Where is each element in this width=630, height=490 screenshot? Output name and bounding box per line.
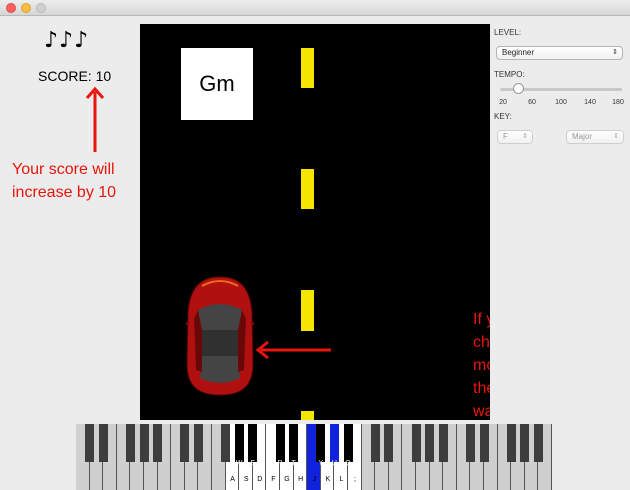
piano-black-key[interactable] [384,424,394,462]
chevron-updown-icon: ⇕ [522,133,528,140]
piano-key-label: J [312,476,316,483]
lane-marker [301,169,314,209]
tempo-tick: 20 [499,99,507,106]
piano-key-label: O [345,460,351,467]
level-value: Beginner [502,48,535,57]
chevron-updown-icon: ⇕ [612,49,618,56]
piano-key-label: F [271,476,276,483]
piano-black-key[interactable] [479,424,489,462]
piano-key-label: G [284,476,290,483]
piano-black-key[interactable] [125,424,135,462]
piano-black-key[interactable] [153,424,163,462]
close-window-button[interactable] [6,3,16,13]
piano-black-key[interactable] [234,424,244,462]
piano-key-label: ; [354,476,356,483]
piano-black-key[interactable] [370,424,380,462]
key-label: KEY: [494,112,512,121]
piano-black-key[interactable] [248,424,258,462]
key-select[interactable]: F ⇕ [497,130,533,144]
chord-sign: Gm [181,48,253,120]
piano-black-key[interactable] [533,424,543,462]
key-value: F [503,132,508,141]
piano-key-label: A [230,476,235,483]
road-shadow [328,236,488,294]
piano-black-key[interactable] [275,424,285,462]
piano-key-label: W [235,460,243,467]
lane-marker [301,48,314,88]
piano-black-key[interactable] [180,424,190,462]
road-game-area: Gm If you play the correct chord the car… [140,24,490,420]
piano-key-label: T [291,460,296,467]
level-label: LEVEL: [494,28,522,37]
left-arrow-annotation [255,340,331,360]
maximize-window-button[interactable] [36,3,46,13]
piano-black-key[interactable] [193,424,203,462]
piano-black-key[interactable] [438,424,448,462]
score-display: SCORE: 10 [38,68,112,84]
tempo-tick: 140 [584,99,596,106]
piano-key-label: H [298,476,304,483]
tempo-ticks: 20 60 100 140 180 [497,99,627,111]
lane-marker [301,411,314,420]
piano-black-key[interactable] [139,424,149,462]
piano-black-key[interactable] [316,424,326,462]
piano-key-label: L [339,476,344,483]
tempo-tick: 60 [528,99,536,106]
score-annotation: Your score will increase by 10 [12,161,117,201]
title-bar [0,0,630,16]
tempo-label: TEMPO: [494,70,525,79]
tempo-slider-thumb[interactable] [513,83,524,94]
piano-key-label: R [277,460,283,467]
piano-black-key[interactable] [221,424,231,462]
mode-select[interactable]: Major ⇕ [566,130,624,144]
car-icon [186,276,254,396]
lane-marker [301,290,314,331]
mode-value: Major [572,132,593,141]
chord-name: Gm [199,71,235,96]
piano-black-key[interactable] [506,424,516,462]
piano-black-key[interactable] [411,424,421,462]
piano-black-key[interactable] [465,424,475,462]
piano-key-label: K [325,476,331,483]
up-arrow-annotation [85,86,105,152]
car-annotation: If you play the correct chord the car wi… [473,308,490,420]
piano-black-key[interactable] [343,424,353,462]
tempo-tick: 180 [612,99,624,106]
piano-black-key[interactable] [425,424,435,462]
piano-black-key[interactable] [85,424,95,462]
piano-black-key[interactable] [98,424,108,462]
piano-keyboard: A S D F G H J K L; W E R T Y U O [76,424,552,490]
music-notes-icon: ♪♪♪ [44,28,90,53]
level-select[interactable]: Beginner ⇕ [496,46,623,60]
piano-black-key[interactable] [289,424,299,462]
piano-black-key[interactable] [520,424,530,462]
piano-key-label: S [243,476,249,483]
piano-key-label: Y [318,460,324,467]
piano-key-label: D [257,476,263,483]
piano-black-key[interactable] [329,424,339,462]
piano-key-label: E [250,460,256,467]
chevron-updown-icon: ⇕ [613,133,619,140]
piano-key-label: U [331,460,337,467]
minimize-window-button[interactable] [21,3,31,13]
tempo-tick: 100 [555,99,567,106]
